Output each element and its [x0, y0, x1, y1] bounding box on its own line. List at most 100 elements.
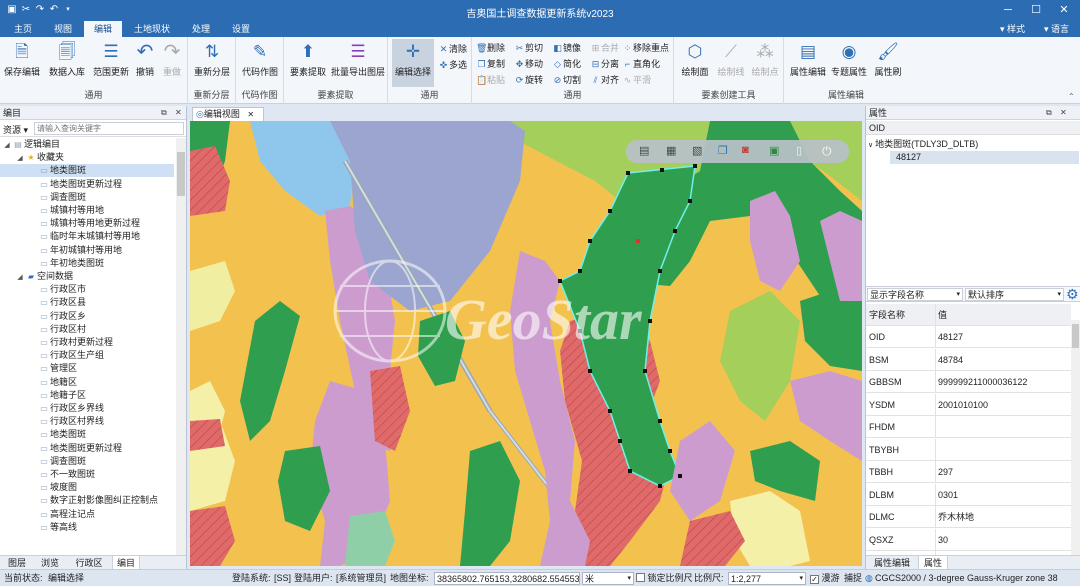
- tab-close-icon[interactable]: ✕: [247, 110, 254, 119]
- image-icon[interactable]: ▧: [692, 144, 702, 157]
- ribbon-collapse-icon[interactable]: ⌃: [1068, 92, 1075, 101]
- move-button[interactable]: ✥ 移动: [514, 57, 543, 71]
- coordinate-field[interactable]: 38365802.765153,3280682.554553: [434, 572, 580, 585]
- map-canvas[interactable]: GeoStar: [190, 121, 862, 566]
- field-value[interactable]: 48784: [938, 349, 963, 371]
- tab-process[interactable]: 处理: [182, 21, 220, 37]
- tree-item[interactable]: ▭ 行政村更新过程: [0, 336, 174, 349]
- grid-icon[interactable]: ▣: [769, 144, 779, 157]
- smooth-button[interactable]: ∿ 平滑: [622, 73, 651, 87]
- lock-scale-checkbox[interactable]: 锁定比例尺: [636, 572, 693, 585]
- align-button[interactable]: ⫽ 对齐: [590, 73, 619, 87]
- scrollbar-thumb[interactable]: [1072, 324, 1079, 348]
- field-value[interactable]: 2001010100: [938, 394, 988, 416]
- table-row[interactable]: BSM 48784: [866, 348, 1071, 371]
- crs-label[interactable]: CGCS2000 / 3-degree Gauss-Kruger zone 38: [875, 572, 1078, 585]
- code-map-button[interactable]: ✎ 代码作图: [240, 41, 280, 78]
- tree-item[interactable]: ▭ 数字正射影像图纠正控制点: [0, 494, 174, 507]
- redo-button[interactable]: ↷ 重做: [160, 41, 184, 78]
- tree-item[interactable]: ▭ 地籍区: [0, 376, 174, 389]
- right-angle-button[interactable]: ⌐ 直角化: [622, 57, 660, 71]
- tree-item[interactable]: ▭ 坡度图: [0, 481, 174, 494]
- power-icon[interactable]: ⏻: [822, 144, 832, 159]
- field-value[interactable]: 999999211000036122: [938, 371, 1027, 393]
- tree-scrollbar[interactable]: [176, 138, 186, 569]
- tree-item[interactable]: ▭ 城镇村等用地: [0, 204, 174, 217]
- field-value[interactable]: 297: [938, 461, 953, 483]
- expand-icon[interactable]: ◢: [2, 139, 12, 152]
- pin-icon[interactable]: ⧉: [161, 106, 167, 120]
- style-menu[interactable]: ▾ 样式: [1000, 21, 1025, 37]
- farmland-parcel[interactable]: [190, 419, 225, 451]
- minimize-icon[interactable]: ─: [994, 0, 1022, 21]
- attribute-brush-button[interactable]: 🖌 属性刷: [872, 41, 904, 78]
- map-view[interactable]: GeoStar ▤ ▦ ▧ ❐ ◙ ▣ ▯ ⏻: [190, 121, 862, 566]
- tree-item[interactable]: ▭ 年初城镇村等用地: [0, 244, 174, 257]
- tree-item[interactable]: ▭ 行政区乡: [0, 310, 174, 323]
- save-edit-button[interactable]: 🗎 保存编辑: [4, 41, 40, 78]
- copy-button[interactable]: ❐复制: [476, 57, 505, 71]
- edit-select-button[interactable]: ✛ 编辑选择: [392, 39, 434, 87]
- resource-select[interactable]: 资源 ▾: [3, 123, 28, 136]
- field-value[interactable]: 30: [938, 529, 948, 551]
- scrollbar-thumb[interactable]: [177, 152, 185, 196]
- thematic-attribute-button[interactable]: ◉ 专题属性: [828, 41, 870, 78]
- sort-select[interactable]: 默认排序 ▾: [965, 288, 1064, 301]
- tree-item[interactable]: ▭ 行政区生产组: [0, 349, 174, 362]
- batch-export-button[interactable]: ☰ 批量导出图层: [330, 41, 386, 78]
- simplify-button[interactable]: ◇ 简化: [552, 57, 581, 71]
- tree-item[interactable]: ▭ 地类图斑更新过程: [0, 442, 174, 455]
- table-row[interactable]: GBBSM 999999211000036122: [866, 371, 1071, 393]
- tree-item[interactable]: ◢ ▰ 空间数据: [0, 270, 174, 283]
- unit-select[interactable]: 米 ▾: [582, 572, 634, 585]
- draw-polygon-button[interactable]: ⬡ 绘制面: [678, 41, 712, 78]
- field-value[interactable]: 乔木林地: [938, 506, 974, 528]
- search-input[interactable]: [34, 122, 184, 135]
- snap-toggle[interactable]: 捕捉: [844, 572, 862, 585]
- tree-item[interactable]: ▭ 行政区村: [0, 323, 174, 336]
- roam-checkbox[interactable]: ✓ 漫游: [810, 572, 840, 585]
- rotate-button[interactable]: ⟳ 旋转: [514, 73, 543, 87]
- tab-layers[interactable]: 图层: [4, 556, 30, 570]
- tree-item[interactable]: ▭ 城镇村等用地更新过程: [0, 217, 174, 230]
- tab-catalog[interactable]: 编目: [112, 556, 140, 570]
- field-display-select[interactable]: 显示字段名称 ▾: [867, 288, 963, 301]
- range-update-button[interactable]: ☰ 范围更新: [92, 41, 130, 78]
- pin-icon[interactable]: ⧉: [1046, 106, 1052, 120]
- table-row[interactable]: DLMC 乔木林地: [866, 506, 1071, 528]
- record-icon[interactable]: ◙: [742, 144, 749, 156]
- draw-point-button[interactable]: ⁂ 绘制点: [748, 41, 782, 78]
- tab-browse[interactable]: 浏览: [36, 556, 64, 570]
- tree-item[interactable]: ▭ 调查图斑: [0, 455, 174, 468]
- field-value[interactable]: 0301: [938, 484, 958, 506]
- delete-button[interactable]: 🗑删除: [476, 41, 505, 55]
- scale-select[interactable]: 1:2,277 ▾: [728, 572, 806, 585]
- tab-settings[interactable]: 设置: [222, 21, 260, 37]
- draw-line-button[interactable]: ⟋ 绘制线: [714, 41, 748, 78]
- copy-layer-icon[interactable]: ❐: [718, 144, 728, 157]
- table-row[interactable]: TBBH 297: [866, 461, 1071, 483]
- tree-item[interactable]: ▭ 行政区县: [0, 296, 174, 309]
- data-import-button[interactable]: 🗐 数据入库: [48, 41, 86, 78]
- tree-item[interactable]: ▭ 高程注记点: [0, 508, 174, 521]
- tree-item[interactable]: ◢ ▤ 逻辑编目: [0, 138, 174, 151]
- tree-item[interactable]: ▭ 临时年末城镇村等用地: [0, 230, 174, 243]
- multi-select-button[interactable]: ✜ 多选: [438, 58, 467, 72]
- merge-button[interactable]: ⊞ 合并: [590, 41, 619, 55]
- tree-item[interactable]: ▭ 等高线: [0, 521, 174, 534]
- gear-icon[interactable]: ⚙: [1066, 286, 1079, 303]
- table-row[interactable]: DLBM 0301: [866, 483, 1071, 506]
- split-button[interactable]: ⊘ 切割: [552, 73, 581, 87]
- relayer-button[interactable]: ⇅ 重新分层: [192, 41, 232, 78]
- tree-item[interactable]: ▭ 行政区市: [0, 283, 174, 296]
- tree-item[interactable]: ▭ 地类图斑: [0, 428, 174, 441]
- table-row[interactable]: QSXZ 30: [866, 528, 1071, 551]
- table-icon[interactable]: ▦: [666, 144, 676, 157]
- undo-button[interactable]: ↶ 撤销: [134, 41, 156, 78]
- tree-item[interactable]: ▭ 行政区乡界线: [0, 402, 174, 415]
- tab-home[interactable]: 主页: [4, 21, 42, 37]
- document-icon[interactable]: ▯: [796, 144, 802, 157]
- tree-item[interactable]: ▭ 管理区: [0, 362, 174, 375]
- tab-admin-region[interactable]: 行政区: [70, 556, 108, 570]
- tab-view[interactable]: 视图: [44, 21, 82, 37]
